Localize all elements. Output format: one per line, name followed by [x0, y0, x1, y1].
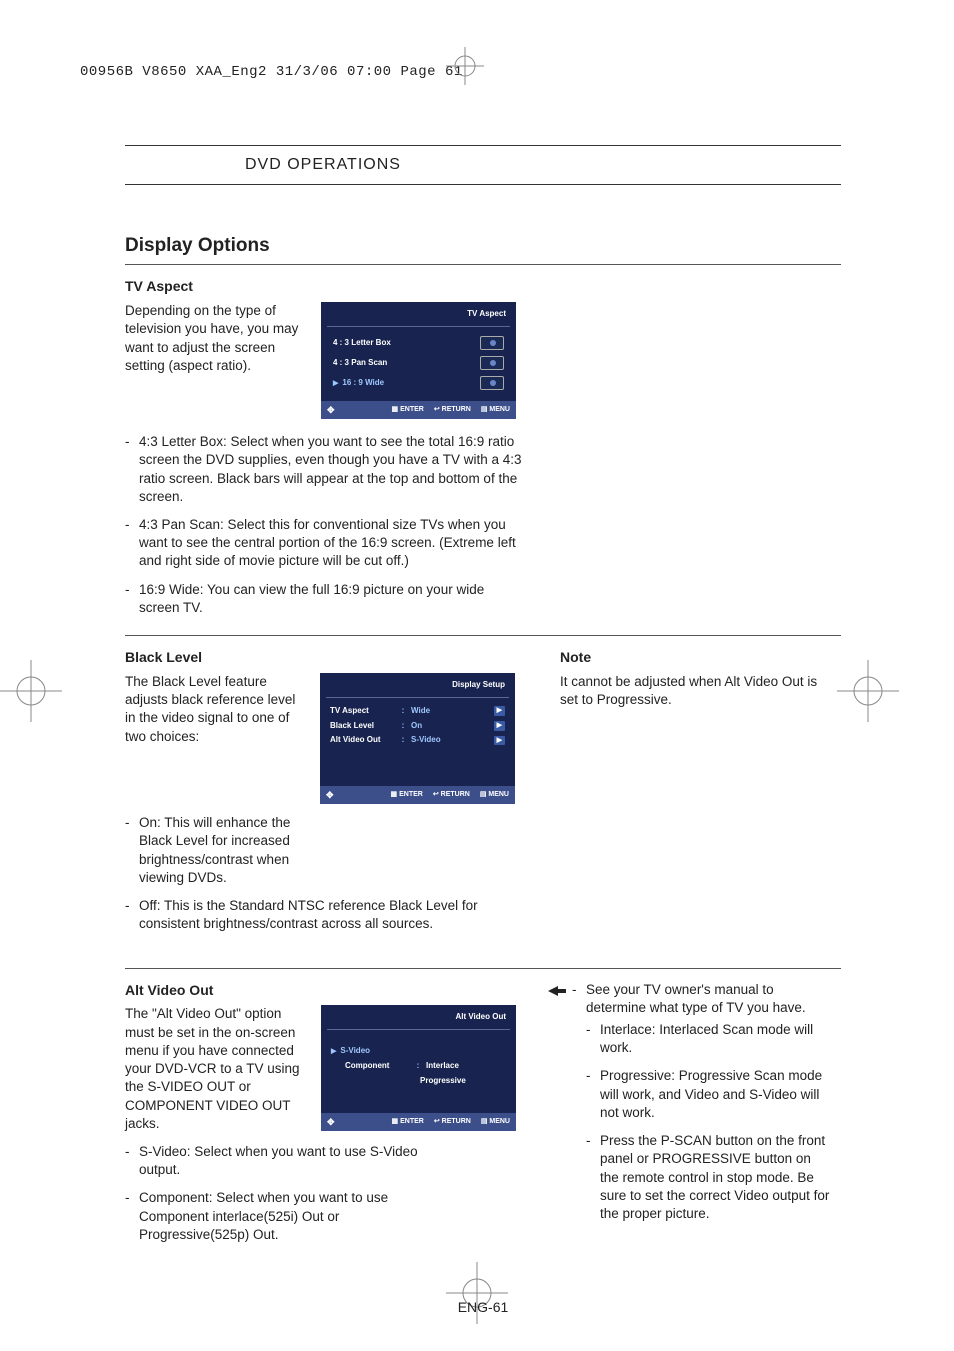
note-text: It cannot be adjusted when Alt Video Out… [560, 673, 830, 709]
osd-row: Alt Video Out:S-Video▶ [326, 733, 509, 748]
chevron-right-icon: ▶ [494, 736, 505, 745]
triangle-icon: ▶ [333, 380, 338, 387]
osd-option: 4 : 3 Pan Scan [327, 353, 510, 373]
radio-icon [480, 356, 504, 370]
chevron-right-icon: ▶ [494, 721, 505, 730]
tv-aspect-heading: TV Aspect [125, 277, 841, 296]
page-number: ENG-61 [125, 1298, 841, 1317]
doc-header: 00956B V8650 XAA_Eng2 31/3/06 07:00 Page… [80, 63, 463, 82]
tv-aspect-osd: TV Aspect 4 : 3 Letter Box 4 : 3 Pan Sca… [321, 302, 516, 419]
section-title: DVD OPERATIONS [125, 145, 841, 185]
black-level-intro: The Black Level feature adjusts black re… [125, 673, 302, 804]
list-item: S-Video: Select when you want to use S-V… [125, 1143, 435, 1179]
list-item: Off: This is the Standard NTSC reference… [125, 897, 515, 933]
list-item: Press the P-SCAN button on the front pan… [586, 1132, 833, 1223]
chevron-right-icon: ▶ [494, 706, 505, 715]
list-item: Interlace: Interlaced Scan mode will wor… [586, 1021, 833, 1057]
osd-title: Display Setup [326, 677, 509, 698]
move-icon: ✥ [326, 789, 334, 801]
osd-row: Black Level:On▶ [326, 719, 509, 734]
page-title: Display Options [125, 233, 841, 259]
triangle-icon: ▶ [331, 1047, 336, 1056]
display-setup-osd: Display Setup TV Aspect:Wide▶ Black Leve… [320, 673, 515, 804]
crop-mark-icon [446, 47, 484, 90]
osd-row-selected: ▶S-Video [327, 1044, 510, 1059]
osd-option: 4 : 3 Letter Box [327, 333, 510, 353]
list-item: 4:3 Letter Box: Select when you want to … [125, 433, 525, 506]
move-icon: ✥ [327, 1116, 335, 1128]
list-item: 4:3 Pan Scan: Select this for convention… [125, 516, 525, 571]
alt-video-osd: Alt Video Out ▶S-Video Component:Interla… [321, 1005, 516, 1130]
radio-icon [480, 376, 504, 390]
osd-footer: ✥ ▦ ENTER ↩ RETURN ▤ MENU [321, 1113, 516, 1131]
black-level-heading: Black Level [125, 648, 515, 667]
osd-row: Component:Interlace [327, 1059, 510, 1074]
list-item: See your TV owner's manual to determine … [572, 981, 833, 1017]
osd-footer: ✥ ▦ ENTER ↩ RETURN ▤ MENU [321, 401, 516, 419]
list-item: Progressive: Progressive Scan mode will … [586, 1067, 833, 1122]
crop-mark-icon [837, 660, 899, 727]
tv-aspect-intro: Depending on the type of television you … [125, 302, 303, 419]
alt-video-heading: Alt Video Out [125, 981, 520, 1000]
alt-video-intro: The "Alt Video Out" option must be set i… [125, 1005, 303, 1133]
move-icon: ✥ [327, 404, 335, 416]
osd-option-selected: ▶16 : 9 Wide [327, 373, 510, 393]
note-heading: Note [560, 648, 830, 667]
crop-mark-icon [0, 660, 62, 727]
list-item: On: This will enhance the Black Level fo… [125, 814, 303, 887]
list-item: 16:9 Wide: You can view the full 16:9 pi… [125, 581, 525, 617]
arrow-left-icon [548, 984, 566, 1234]
osd-row: TV Aspect:Wide▶ [326, 704, 509, 719]
osd-title: TV Aspect [327, 306, 510, 327]
osd-row: Progressive [327, 1074, 510, 1089]
list-item: Component: Select when you want to use C… [125, 1189, 435, 1244]
heading-underline [125, 264, 841, 265]
radio-icon [480, 336, 504, 350]
osd-title: Alt Video Out [327, 1009, 510, 1030]
osd-footer: ✥ ▦ ENTER ↩ RETURN ▤ MENU [320, 786, 515, 804]
